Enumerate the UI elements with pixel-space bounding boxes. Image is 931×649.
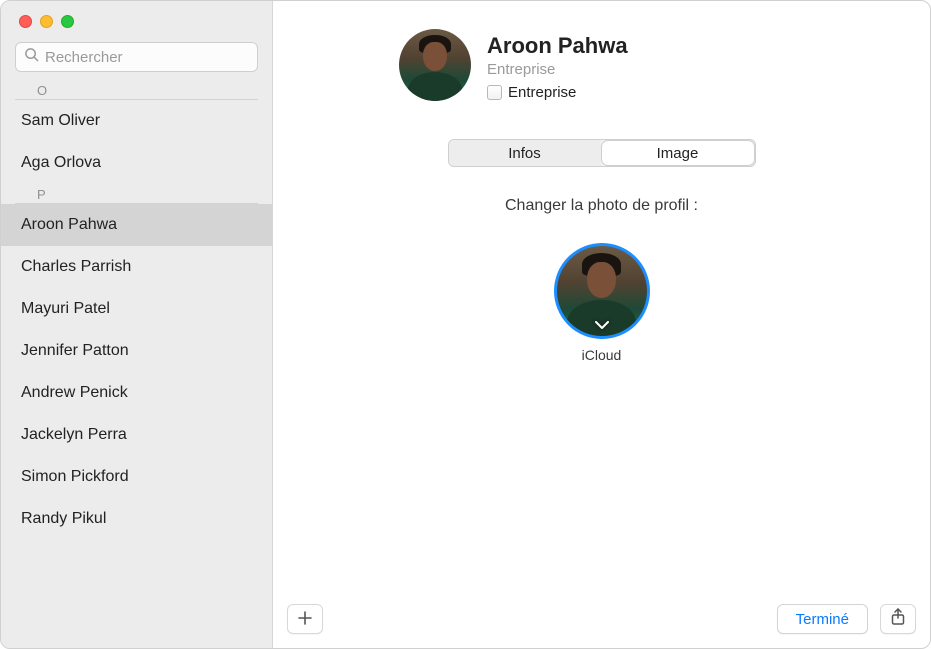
profile-photo-thumbnail[interactable]	[554, 243, 650, 339]
search-input[interactable]	[45, 49, 249, 66]
contact-item[interactable]: Jennifer Patton	[1, 330, 272, 372]
minimize-button[interactable]	[40, 15, 53, 28]
contact-item[interactable]: Jackelyn Perra	[1, 414, 272, 456]
search-field[interactable]	[15, 42, 258, 72]
contact-list[interactable]: O Sam Oliver Aga Orlova P Aroon Pahwa Ch…	[1, 80, 272, 648]
contact-item[interactable]: Andrew Penick	[1, 372, 272, 414]
change-profile-label: Changer la photo de profil :	[303, 197, 900, 215]
share-icon	[890, 608, 906, 631]
company-row: Entreprise	[487, 84, 628, 101]
window-controls	[1, 1, 272, 38]
done-button[interactable]: Terminé	[777, 604, 868, 634]
footer-toolbar: Terminé	[287, 604, 916, 634]
contact-item[interactable]: Aga Orlova	[1, 142, 272, 184]
contact-item[interactable]: Randy Pikul	[1, 498, 272, 540]
contact-item[interactable]: Simon Pickford	[1, 456, 272, 498]
card-header: Aroon Pahwa Entreprise Entreprise	[399, 29, 900, 101]
company-checkbox-label: Entreprise	[508, 84, 576, 101]
contact-name[interactable]: Aroon Pahwa	[487, 33, 628, 59]
plus-icon	[297, 606, 313, 632]
contact-item[interactable]: Charles Parrish	[1, 246, 272, 288]
header-text: Aroon Pahwa Entreprise Entreprise	[487, 29, 628, 101]
section-header-o: O	[15, 80, 258, 100]
chevron-down-icon	[595, 319, 609, 333]
segmented-control: Infos Image	[448, 139, 756, 167]
company-subtitle: Entreprise	[487, 61, 628, 78]
close-button[interactable]	[19, 15, 32, 28]
tab-infos[interactable]: Infos	[449, 140, 601, 166]
contact-card: Aroon Pahwa Entreprise Entreprise Infos …	[273, 1, 930, 648]
fullscreen-button[interactable]	[61, 15, 74, 28]
photo-source-label: iCloud	[554, 347, 650, 363]
share-button[interactable]	[880, 604, 916, 634]
contact-item[interactable]: Mayuri Patel	[1, 288, 272, 330]
contact-avatar[interactable]	[399, 29, 471, 101]
sidebar: O Sam Oliver Aga Orlova P Aroon Pahwa Ch…	[1, 1, 273, 648]
contact-item[interactable]: Sam Oliver	[1, 100, 272, 142]
section-header-p: P	[15, 184, 258, 204]
company-checkbox[interactable]	[487, 85, 502, 100]
contact-item[interactable]: Aroon Pahwa	[1, 204, 272, 246]
contacts-window: O Sam Oliver Aga Orlova P Aroon Pahwa Ch…	[0, 0, 931, 649]
profile-photo-section: iCloud	[554, 243, 650, 363]
search-icon	[24, 47, 39, 67]
add-button[interactable]	[287, 604, 323, 634]
tab-image[interactable]: Image	[602, 141, 754, 165]
search-container	[1, 38, 272, 80]
